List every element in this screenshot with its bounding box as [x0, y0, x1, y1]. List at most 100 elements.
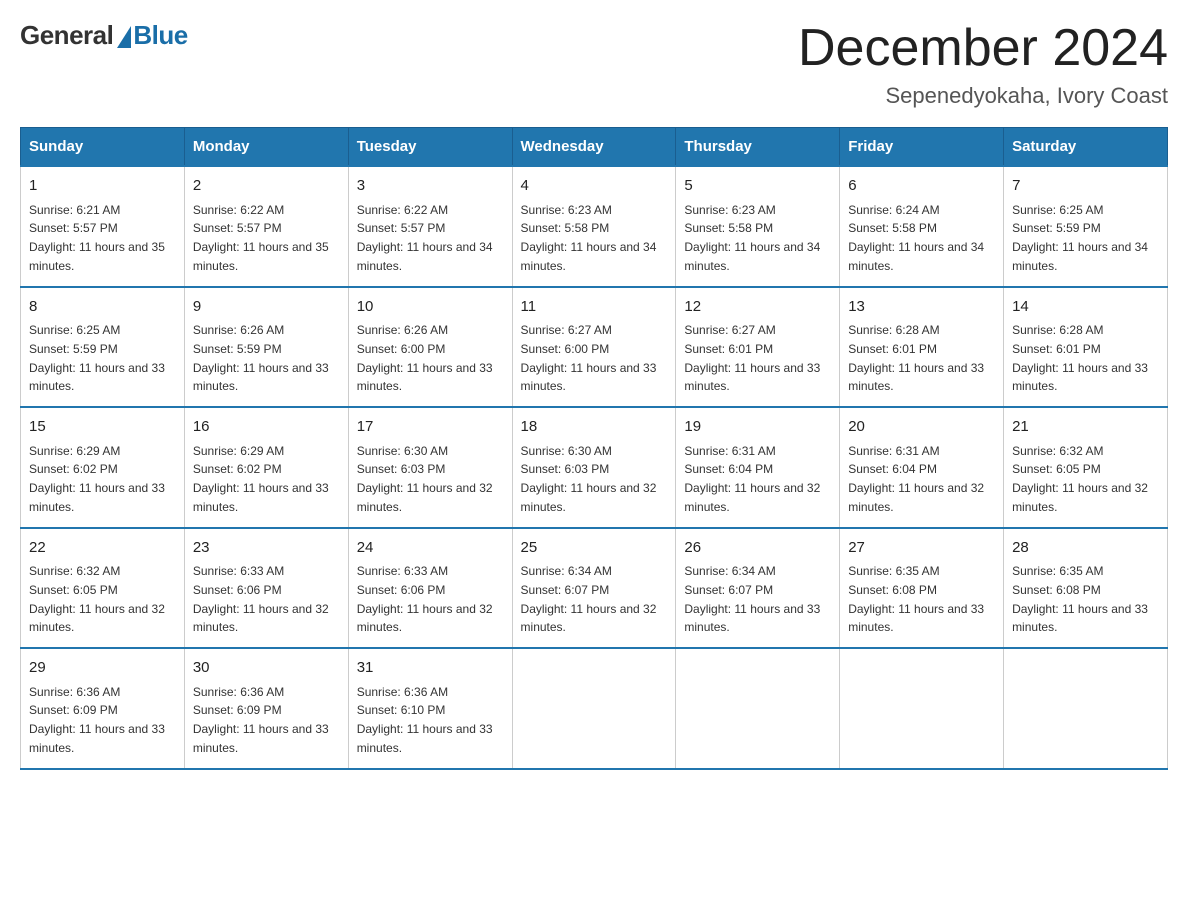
day-number: 8: [29, 296, 176, 319]
calendar-week-row: 15Sunrise: 6:29 AMSunset: 6:02 PMDayligh…: [21, 407, 1168, 528]
calendar-cell: [1004, 648, 1168, 769]
day-info: Sunrise: 6:36 AMSunset: 6:09 PMDaylight:…: [29, 685, 165, 755]
day-number: 27: [848, 537, 995, 560]
day-number: 2: [193, 175, 340, 198]
calendar-cell: [512, 648, 676, 769]
day-info: Sunrise: 6:22 AMSunset: 5:57 PMDaylight:…: [193, 203, 329, 273]
day-number: 28: [1012, 537, 1159, 560]
weekday-header-tuesday: Tuesday: [348, 128, 512, 167]
weekday-header-saturday: Saturday: [1004, 128, 1168, 167]
day-info: Sunrise: 6:26 AMSunset: 5:59 PMDaylight:…: [193, 323, 329, 393]
logo-general-text: General: [20, 20, 113, 51]
day-number: 16: [193, 416, 340, 439]
day-number: 12: [684, 296, 831, 319]
day-number: 14: [1012, 296, 1159, 319]
day-info: Sunrise: 6:32 AMSunset: 6:05 PMDaylight:…: [29, 564, 165, 634]
day-info: Sunrise: 6:28 AMSunset: 6:01 PMDaylight:…: [1012, 323, 1148, 393]
location-subtitle: Sepenedyokaha, Ivory Coast: [798, 83, 1168, 109]
day-info: Sunrise: 6:29 AMSunset: 6:02 PMDaylight:…: [29, 444, 165, 514]
day-info: Sunrise: 6:34 AMSunset: 6:07 PMDaylight:…: [521, 564, 657, 634]
calendar-cell: 10 Sunrise: 6:26 AMSunset: 6:00 PMDayligh…: [348, 287, 512, 408]
day-number: 20: [848, 416, 995, 439]
calendar-cell: 13 Sunrise: 6:28 AMSunset: 6:01 PMDayligh…: [840, 287, 1004, 408]
day-info: Sunrise: 6:25 AMSunset: 5:59 PMDaylight:…: [1012, 203, 1148, 273]
day-info: Sunrise: 6:22 AMSunset: 5:57 PMDaylight:…: [357, 203, 493, 273]
calendar-cell: 29 Sunrise: 6:36 AMSunset: 6:09 PMDayligh…: [21, 648, 185, 769]
day-info: Sunrise: 6:27 AMSunset: 6:01 PMDaylight:…: [684, 323, 820, 393]
day-info: Sunrise: 6:30 AMSunset: 6:03 PMDaylight:…: [521, 444, 657, 514]
calendar-cell: 24 Sunrise: 6:33 AMSunset: 6:06 PMDayligh…: [348, 528, 512, 649]
day-info: Sunrise: 6:30 AMSunset: 6:03 PMDaylight:…: [357, 444, 493, 514]
day-info: Sunrise: 6:33 AMSunset: 6:06 PMDaylight:…: [357, 564, 493, 634]
day-number: 13: [848, 296, 995, 319]
logo: General Blue: [20, 20, 188, 51]
month-year-title: December 2024: [798, 20, 1168, 77]
calendar-cell: 31Sunrise: 6:36 AMSunset: 6:10 PMDayligh…: [348, 648, 512, 769]
day-info: Sunrise: 6:25 AMSunset: 5:59 PMDaylight:…: [29, 323, 165, 393]
calendar-cell: 12 Sunrise: 6:27 AMSunset: 6:01 PMDayligh…: [676, 287, 840, 408]
day-number: 25: [521, 537, 668, 560]
calendar-week-row: 1Sunrise: 6:21 AMSunset: 5:57 PMDaylight…: [21, 166, 1168, 287]
weekday-header-sunday: Sunday: [21, 128, 185, 167]
calendar-cell: 16 Sunrise: 6:29 AMSunset: 6:02 PMDayligh…: [184, 407, 348, 528]
day-info: Sunrise: 6:35 AMSunset: 6:08 PMDaylight:…: [848, 564, 984, 634]
day-info: Sunrise: 6:36 AMSunset: 6:09 PMDaylight:…: [193, 685, 329, 755]
calendar-cell: 28 Sunrise: 6:35 AMSunset: 6:08 PMDayligh…: [1004, 528, 1168, 649]
day-number: 10: [357, 296, 504, 319]
calendar-cell: 6Sunrise: 6:24 AMSunset: 5:58 PMDaylight…: [840, 166, 1004, 287]
calendar-cell: 5Sunrise: 6:23 AMSunset: 5:58 PMDaylight…: [676, 166, 840, 287]
calendar-cell: [676, 648, 840, 769]
day-number: 11: [521, 296, 668, 319]
calendar-cell: [840, 648, 1004, 769]
day-number: 19: [684, 416, 831, 439]
calendar-cell: 11 Sunrise: 6:27 AMSunset: 6:00 PMDayligh…: [512, 287, 676, 408]
calendar-cell: 3 Sunrise: 6:22 AMSunset: 5:57 PMDaylight…: [348, 166, 512, 287]
day-info: Sunrise: 6:31 AMSunset: 6:04 PMDaylight:…: [684, 444, 820, 514]
calendar-cell: 30 Sunrise: 6:36 AMSunset: 6:09 PMDayligh…: [184, 648, 348, 769]
calendar-cell: 27 Sunrise: 6:35 AMSunset: 6:08 PMDayligh…: [840, 528, 1004, 649]
weekday-header-wednesday: Wednesday: [512, 128, 676, 167]
calendar-cell: 7Sunrise: 6:25 AMSunset: 5:59 PMDaylight…: [1004, 166, 1168, 287]
day-number: 29: [29, 657, 176, 680]
day-number: 23: [193, 537, 340, 560]
day-number: 17: [357, 416, 504, 439]
day-number: 3: [357, 175, 504, 198]
calendar-cell: 15Sunrise: 6:29 AMSunset: 6:02 PMDayligh…: [21, 407, 185, 528]
calendar-cell: 2 Sunrise: 6:22 AMSunset: 5:57 PMDaylight…: [184, 166, 348, 287]
day-info: Sunrise: 6:27 AMSunset: 6:00 PMDaylight:…: [521, 323, 657, 393]
logo-triangle-icon: [117, 26, 131, 48]
calendar-table: SundayMondayTuesdayWednesdayThursdayFrid…: [20, 127, 1168, 770]
day-info: Sunrise: 6:36 AMSunset: 6:10 PMDaylight:…: [357, 685, 493, 755]
day-info: Sunrise: 6:29 AMSunset: 6:02 PMDaylight:…: [193, 444, 329, 514]
calendar-cell: 17 Sunrise: 6:30 AMSunset: 6:03 PMDayligh…: [348, 407, 512, 528]
calendar-cell: 22Sunrise: 6:32 AMSunset: 6:05 PMDayligh…: [21, 528, 185, 649]
weekday-header-monday: Monday: [184, 128, 348, 167]
calendar-cell: 8 Sunrise: 6:25 AMSunset: 5:59 PMDaylight…: [21, 287, 185, 408]
day-info: Sunrise: 6:26 AMSunset: 6:00 PMDaylight:…: [357, 323, 493, 393]
day-number: 30: [193, 657, 340, 680]
day-info: Sunrise: 6:23 AMSunset: 5:58 PMDaylight:…: [684, 203, 820, 273]
calendar-cell: 23Sunrise: 6:33 AMSunset: 6:06 PMDayligh…: [184, 528, 348, 649]
day-number: 21: [1012, 416, 1159, 439]
day-number: 4: [521, 175, 668, 198]
day-info: Sunrise: 6:35 AMSunset: 6:08 PMDaylight:…: [1012, 564, 1148, 634]
day-info: Sunrise: 6:24 AMSunset: 5:58 PMDaylight:…: [848, 203, 984, 273]
day-info: Sunrise: 6:28 AMSunset: 6:01 PMDaylight:…: [848, 323, 984, 393]
calendar-cell: 21 Sunrise: 6:32 AMSunset: 6:05 PMDayligh…: [1004, 407, 1168, 528]
calendar-cell: 26 Sunrise: 6:34 AMSunset: 6:07 PMDayligh…: [676, 528, 840, 649]
day-info: Sunrise: 6:34 AMSunset: 6:07 PMDaylight:…: [684, 564, 820, 634]
day-info: Sunrise: 6:21 AMSunset: 5:57 PMDaylight:…: [29, 203, 165, 273]
page-header: General Blue December 2024 Sepenedyokaha…: [20, 20, 1168, 109]
calendar-cell: 19 Sunrise: 6:31 AMSunset: 6:04 PMDayligh…: [676, 407, 840, 528]
day-number: 26: [684, 537, 831, 560]
day-number: 18: [521, 416, 668, 439]
calendar-cell: 9 Sunrise: 6:26 AMSunset: 5:59 PMDaylight…: [184, 287, 348, 408]
day-number: 9: [193, 296, 340, 319]
day-number: 24: [357, 537, 504, 560]
calendar-week-row: 29 Sunrise: 6:36 AMSunset: 6:09 PMDayligh…: [21, 648, 1168, 769]
day-info: Sunrise: 6:32 AMSunset: 6:05 PMDaylight:…: [1012, 444, 1148, 514]
logo-blue-text: Blue: [133, 20, 187, 51]
calendar-cell: 4Sunrise: 6:23 AMSunset: 5:58 PMDaylight…: [512, 166, 676, 287]
day-info: Sunrise: 6:31 AMSunset: 6:04 PMDaylight:…: [848, 444, 984, 514]
weekday-header-row: SundayMondayTuesdayWednesdayThursdayFrid…: [21, 128, 1168, 167]
